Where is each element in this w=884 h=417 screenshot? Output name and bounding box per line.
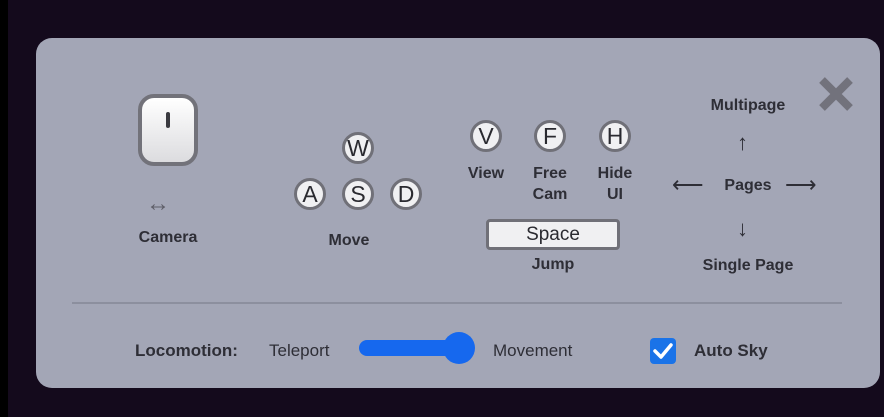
free-cam-label-line2: Cam (532, 186, 568, 203)
key-d: D (390, 178, 422, 210)
key-f: F (534, 120, 566, 152)
mouse-icon (138, 94, 198, 166)
hide-ui-label-line2: UI (607, 186, 623, 203)
teleport-label: Teleport (269, 341, 330, 360)
multipage-label: Multipage (710, 97, 786, 114)
mouse-wheel (166, 112, 170, 128)
toggle-knob[interactable] (443, 332, 475, 364)
arrow-right-icon: ⟶ (785, 172, 817, 197)
free-cam-label-line1: Free (533, 165, 567, 182)
arrow-left-icon: ⟵ (672, 172, 704, 197)
locomotion-label: Locomotion: (135, 341, 238, 360)
auto-sky-checkbox[interactable] (650, 338, 676, 364)
key-h: H (599, 120, 631, 152)
auto-sky-label: Auto Sky (694, 341, 768, 360)
close-icon (819, 77, 853, 111)
view-label: View (467, 165, 505, 182)
key-v: V (470, 120, 502, 152)
hide-ui-label-line1: Hide (597, 165, 633, 182)
checkmark-icon (653, 343, 673, 359)
camera-label: Camera (138, 229, 198, 246)
left-edge (0, 0, 8, 417)
arrow-up-icon: ↑ (737, 130, 748, 155)
key-a: A (294, 178, 326, 210)
horizontal-arrow-icon: ↔ (146, 190, 170, 217)
pages-label: Pages (724, 177, 772, 194)
jump-label: Jump (531, 256, 575, 273)
move-label: Move (328, 232, 370, 249)
key-w: W (342, 132, 374, 164)
divider (72, 302, 842, 304)
key-s: S (342, 178, 374, 210)
movement-label: Movement (493, 341, 573, 360)
close-button[interactable] (816, 74, 856, 114)
single-page-label: Single Page (702, 257, 794, 274)
arrow-down-icon: ↓ (737, 216, 748, 241)
key-space: Space (486, 219, 620, 250)
